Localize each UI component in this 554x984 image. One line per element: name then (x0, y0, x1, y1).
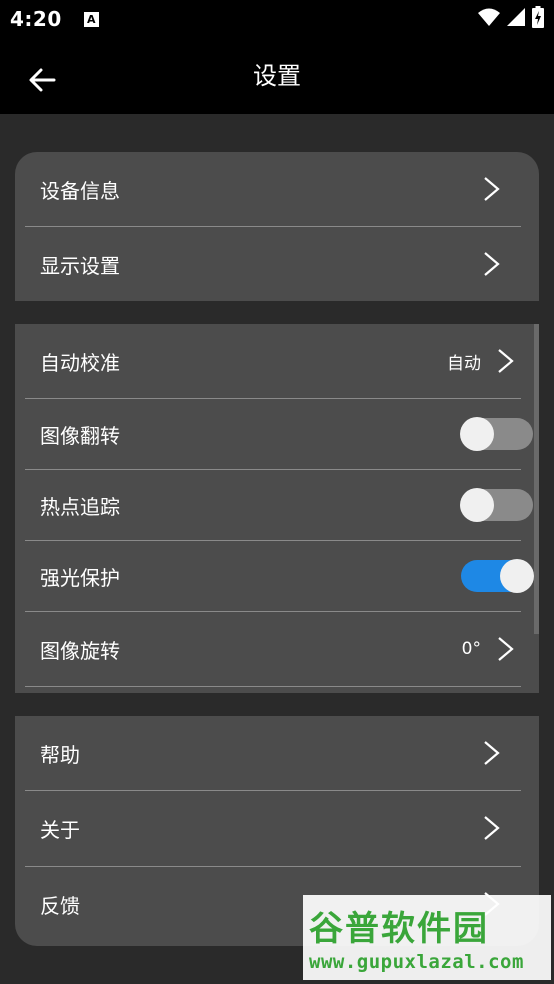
chevron-right-icon (484, 741, 500, 765)
scrollbar[interactable] (534, 324, 539, 634)
settings-item-device-info[interactable]: 设备信息 (25, 152, 521, 226)
settings-item-display-settings[interactable]: 显示设置 (25, 227, 521, 301)
settings-item-label: 帮助 (40, 742, 80, 767)
chevron-right-icon (484, 816, 500, 840)
app-bar: 设置 (0, 38, 554, 114)
settings-item-label: 图像旋转 (40, 638, 120, 663)
settings-item-help[interactable]: 帮助 (25, 716, 521, 790)
status-icons (478, 6, 544, 28)
glare-protection-switch[interactable] (459, 558, 535, 594)
settings-item-label: 热点追踪 (40, 494, 120, 519)
chevron-right-icon (498, 349, 514, 373)
image-rotation-value: 0° (461, 639, 481, 659)
status-time: 4:20 (10, 7, 62, 31)
settings-item-label: 强光保护 (40, 565, 120, 590)
settings-item-label: 关于 (40, 817, 80, 842)
settings-item-auto-calibration[interactable]: 自动校准 自动 (25, 324, 521, 398)
chevron-right-icon (498, 637, 514, 661)
device-settings-card: 设备信息 显示设置 (15, 152, 539, 301)
divider (25, 686, 521, 687)
settings-item-label: 自动校准 (40, 350, 120, 375)
settings-item-label: 反馈 (40, 893, 80, 918)
settings-item-glare-protection: 强光保护 (25, 541, 534, 611)
watermark-title: 谷普软件园 (309, 909, 489, 949)
settings-item-image-rotation[interactable]: 图像旋转 0° (25, 612, 521, 686)
settings-item-hotspot-tracking: 热点追踪 (25, 470, 533, 540)
signal-icon (507, 8, 525, 26)
hotspot-tracking-switch[interactable] (459, 487, 535, 523)
chevron-right-icon (484, 177, 500, 201)
settings-item-label: 显示设置 (40, 253, 120, 278)
auto-calibration-value: 自动 (447, 353, 481, 374)
page-title: 设置 (253, 62, 301, 90)
notification-icon: A (83, 11, 99, 27)
watermark-url: www.gupuxlazal.com (309, 951, 524, 973)
watermark: 谷普软件园 www.gupuxlazal.com (303, 895, 551, 980)
settings-item-about[interactable]: 关于 (25, 791, 521, 865)
status-bar: 4:20 A (0, 0, 554, 38)
settings-item-image-flip: 图像翻转 (25, 399, 533, 469)
image-settings-card: 自动校准 自动 图像翻转 热点追踪 强光保护 图像旋转 0° (15, 324, 539, 693)
settings-item-label: 设备信息 (40, 178, 120, 203)
image-flip-switch[interactable] (459, 416, 535, 452)
settings-item-label: 图像翻转 (40, 423, 120, 448)
battery-icon (532, 6, 544, 28)
wifi-icon (478, 8, 500, 26)
chevron-right-icon (484, 252, 500, 276)
